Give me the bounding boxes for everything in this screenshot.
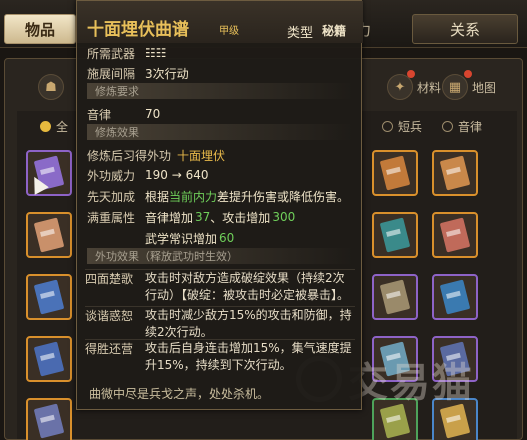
book-icon — [439, 155, 471, 191]
full-attr-row-2: 武学常识增加 60 — [145, 230, 234, 246]
skill-name: 四面楚歌 — [85, 272, 134, 286]
tooltip-type-label: 类型 — [287, 26, 314, 41]
filter-label: 音律 — [458, 120, 483, 134]
weapon-label: 所需武器 — [87, 46, 136, 61]
requirement-row: 音律 70 — [87, 106, 160, 122]
category-material[interactable]: ✦ 材料 — [387, 70, 441, 104]
filter-music[interactable]: 音律 — [442, 118, 482, 135]
requirement-section: 修炼要求 — [87, 83, 353, 99]
requirement-value: 70 — [145, 107, 161, 121]
gourd-icon: ☗ — [38, 74, 64, 100]
category-label: 材料 — [417, 80, 442, 95]
full-attr-text: 、攻击增加 — [210, 210, 271, 225]
filter-short-weapon[interactable]: 短兵 — [382, 118, 422, 135]
full-attr-text: 武学常识增加 — [145, 231, 218, 246]
radio-selected-icon — [40, 121, 51, 132]
innate-text: 差提升伤害或降低伤害。 — [217, 189, 350, 204]
innate-row: 先天加成 根据 当前内力 差提升伤害或降低伤害。 — [87, 188, 349, 204]
skill-item: 得胜还营 攻击后自身连击增加15%，集气速度提升15%，持续到下次行动。 — [85, 339, 355, 373]
tooltip-flavor-text: 曲微中尽是兵戈之声，处处杀机。 — [89, 387, 270, 401]
item-slot[interactable] — [372, 150, 418, 196]
power-label: 外功威力 — [87, 168, 136, 183]
book-icon — [33, 217, 65, 253]
filter-label: 全 — [56, 120, 69, 134]
effect-section: 修炼效果 — [87, 124, 353, 140]
item-tooltip: 十面埋伏曲谱 甲级 类型 秘籍 所需武器 ☷☷ 施展间隔 3次行动 修炼要求 音… — [76, 0, 363, 410]
gain-value: 十面埋伏 — [177, 148, 226, 163]
full-attr-text: 音律增加 — [145, 210, 194, 225]
tab-items[interactable]: 物品 — [4, 14, 76, 44]
item-slot[interactable] — [432, 150, 478, 196]
book-icon — [439, 403, 471, 439]
book-icon — [439, 279, 471, 315]
tooltip-header: 十面埋伏曲谱 甲级 类型 秘籍 — [77, 1, 363, 43]
category-gourd[interactable]: ☗ — [38, 70, 68, 104]
category-label: 地图 — [472, 80, 497, 95]
full-attr-row: 满重属性 音律增加 37 、攻击增加 300 — [87, 209, 295, 225]
item-slot[interactable] — [26, 336, 72, 382]
notification-dot — [464, 70, 472, 78]
innate-label: 先天加成 — [87, 189, 136, 204]
requirement-label: 音律 — [87, 107, 112, 122]
interval-row: 施展间隔 3次行动 — [87, 65, 189, 81]
gain-label: 修炼后习得外功 — [87, 148, 172, 163]
radio-icon — [442, 121, 453, 132]
watermark-text: 交易猫 — [348, 360, 474, 406]
book-icon — [33, 341, 65, 377]
interval-value: 3次行动 — [145, 66, 189, 81]
notification-dot — [407, 70, 415, 78]
skill-name: 得胜还营 — [85, 342, 134, 356]
skill-section: 外功效果（释放武功时生效） — [87, 248, 353, 264]
skill-desc: 攻击后自身连击增加15%，集气速度提升15%，持续到下次行动。 — [145, 341, 352, 372]
skill-item: 四面楚歌 攻击时对敌方造成破绽效果（持续2次行动）【破绽：被攻击时必定被暴击】。 — [85, 269, 355, 303]
power-value: 190 → 640 — [145, 168, 209, 182]
full-attr-number: 300 — [272, 210, 296, 224]
filter-label: 短兵 — [398, 120, 423, 134]
book-icon — [379, 217, 411, 253]
tooltip-title: 十面埋伏曲谱 — [87, 20, 189, 40]
item-slot[interactable] — [372, 274, 418, 320]
radio-icon — [382, 121, 393, 132]
skill-item: 谈谐惑恕 攻击时减少敌方15%的攻击和防御，持续2次行动。 — [85, 306, 355, 340]
book-icon — [439, 217, 471, 253]
tooltip-type-value: 秘籍 — [322, 24, 347, 38]
full-attr-number: 60 — [219, 231, 235, 245]
weapon-row: 所需武器 ☷☷ — [87, 45, 167, 61]
filter-all[interactable]: 全 — [40, 118, 68, 135]
map-icon: ▦ — [442, 74, 468, 100]
item-slot[interactable] — [26, 274, 72, 320]
interval-label: 施展间隔 — [87, 66, 136, 81]
skill-desc: 攻击时对敌方造成破绽效果（持续2次行动）【破绽：被攻击时必定被暴击】。 — [145, 271, 350, 302]
gain-row: 修炼后习得外功 十面埋伏 — [87, 147, 225, 163]
book-icon — [379, 403, 411, 439]
full-attr-label: 满重属性 — [87, 210, 136, 225]
item-slot[interactable] — [372, 212, 418, 258]
skill-name: 谈谐惑恕 — [85, 309, 134, 323]
book-icon — [33, 403, 65, 439]
full-attr-number: 37 — [195, 210, 211, 224]
book-icon — [379, 155, 411, 191]
weapon-value: ☷☷ — [145, 46, 167, 60]
item-slot[interactable] — [432, 212, 478, 258]
book-icon — [379, 279, 411, 315]
item-slot[interactable] — [432, 274, 478, 320]
category-map[interactable]: ▦ 地图 — [442, 70, 496, 104]
tooltip-grade: 甲级 — [219, 26, 239, 37]
tab-guanxi[interactable]: 关系 — [412, 14, 518, 44]
item-slot[interactable] — [26, 212, 72, 258]
skill-desc: 攻击时减少敌方15%的攻击和防御，持续2次行动。 — [145, 308, 352, 339]
innate-text: 根据 — [145, 189, 170, 204]
item-slot[interactable] — [26, 398, 72, 440]
power-row: 外功威力 190 → 640 — [87, 167, 209, 183]
book-icon — [33, 279, 65, 315]
innate-highlight: 当前内力 — [169, 189, 218, 204]
